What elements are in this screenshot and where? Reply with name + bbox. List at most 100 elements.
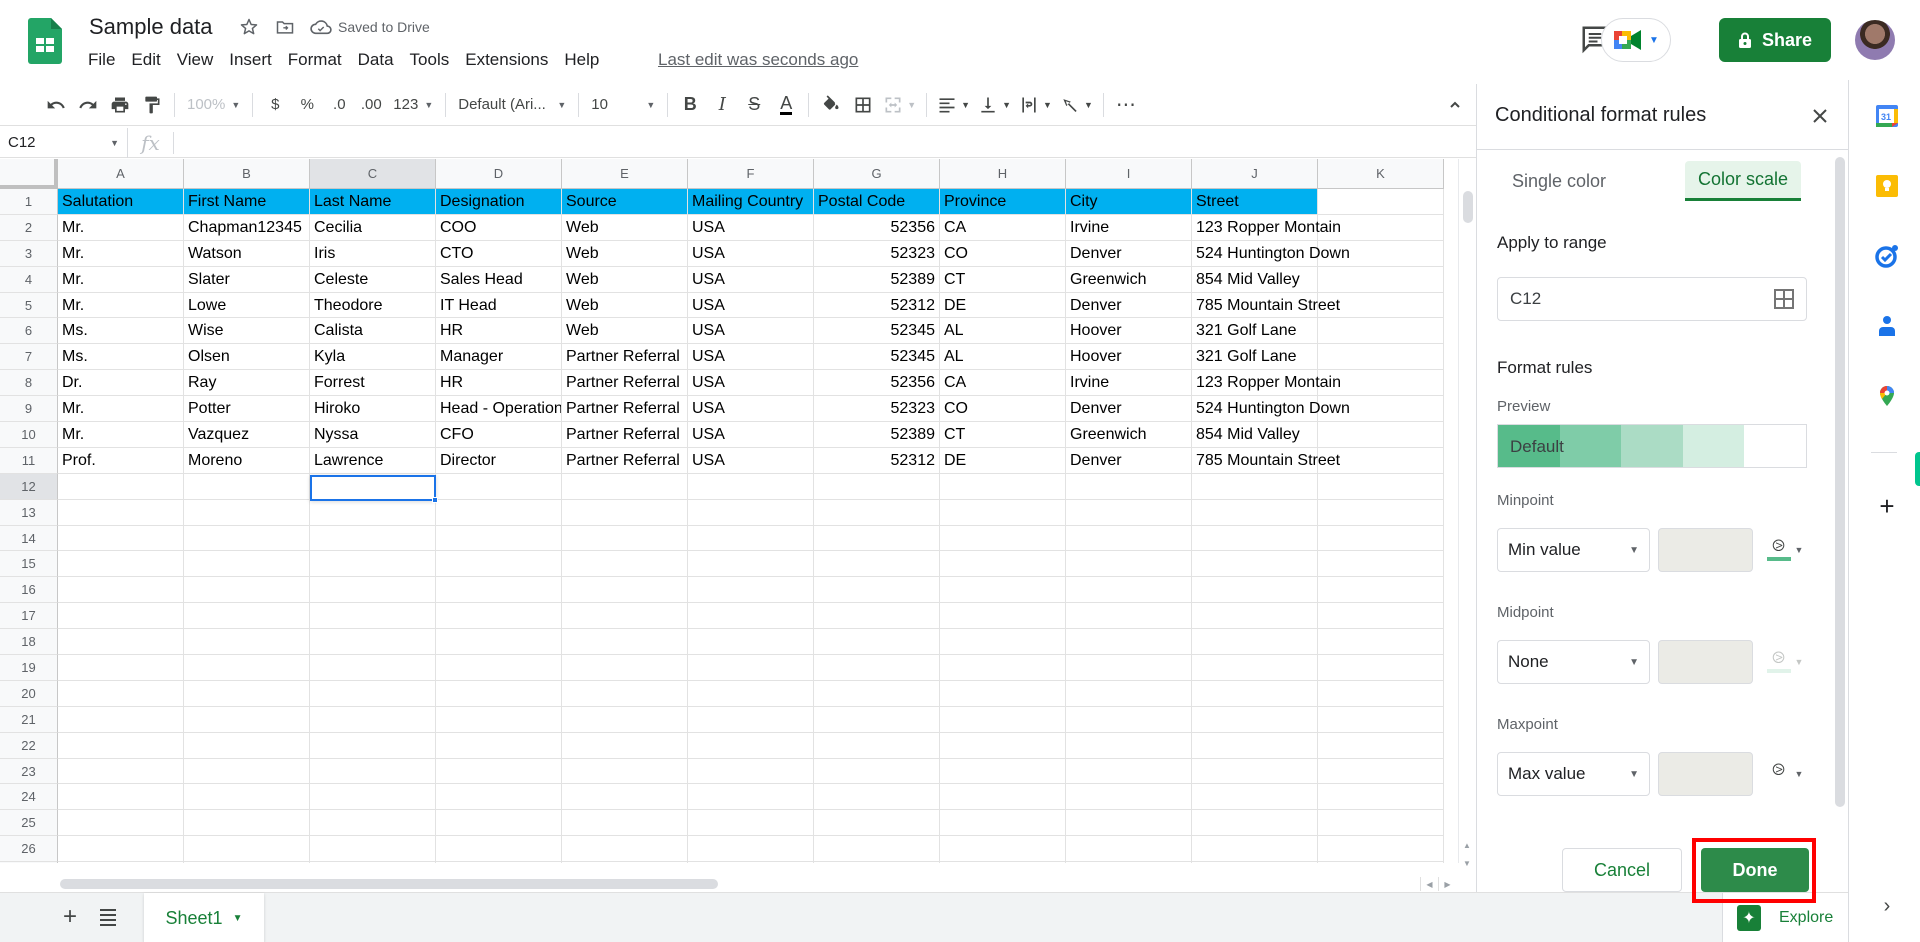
cell-b26[interactable] — [184, 836, 310, 863]
horizontal-scrollbar[interactable] — [58, 877, 1458, 891]
cell-i20[interactable] — [1066, 680, 1192, 707]
cell-f14[interactable] — [688, 525, 814, 552]
cell-h3[interactable]: CO — [940, 240, 1066, 267]
cell-c21[interactable] — [310, 706, 436, 733]
cell-c17[interactable] — [310, 603, 436, 630]
cell-i23[interactable] — [1066, 758, 1192, 785]
cell-d21[interactable] — [436, 706, 562, 733]
row-header-20[interactable]: 20 — [0, 680, 58, 707]
cell-g5[interactable]: 52312 — [814, 292, 940, 319]
cell-i2[interactable]: Irvine — [1066, 214, 1192, 241]
cell-i5[interactable]: Denver — [1066, 292, 1192, 319]
vertical-scroll-thumb[interactable] — [1463, 191, 1473, 223]
cell-j16[interactable] — [1192, 577, 1318, 604]
cell-h22[interactable] — [940, 732, 1066, 759]
cell-e24[interactable] — [562, 784, 688, 811]
cell-c14[interactable] — [310, 525, 436, 552]
cell-f21[interactable] — [688, 706, 814, 733]
cell-d22[interactable] — [436, 732, 562, 759]
cell-f15[interactable] — [688, 551, 814, 578]
cell-j23[interactable] — [1192, 758, 1318, 785]
cell-c2[interactable]: Cecilia — [310, 214, 436, 241]
cell-h24[interactable] — [940, 784, 1066, 811]
cell-e13[interactable] — [562, 499, 688, 526]
cell-k11[interactable] — [1318, 447, 1444, 474]
strikethrough-button[interactable]: S — [738, 89, 770, 121]
cell-e26[interactable] — [562, 836, 688, 863]
cell-i26[interactable] — [1066, 836, 1192, 863]
cell-h9[interactable]: CO — [940, 396, 1066, 423]
column-header-c[interactable]: C — [310, 159, 436, 189]
add-sheet-button[interactable]: + — [56, 903, 84, 931]
cell-a24[interactable] — [58, 784, 184, 811]
cell-b7[interactable]: Olsen — [184, 344, 310, 371]
cell-j5[interactable]: 785 Mountain Street — [1192, 292, 1340, 319]
scroll-up-button[interactable]: ▲ — [1458, 836, 1476, 854]
row-header-2[interactable]: 2 — [0, 214, 58, 241]
cell-g21[interactable] — [814, 706, 940, 733]
cell-j4[interactable]: 854 Mid Valley — [1192, 266, 1318, 293]
cell-c13[interactable] — [310, 499, 436, 526]
cell-a25[interactable] — [58, 810, 184, 837]
cell-g12[interactable] — [814, 473, 940, 500]
cell-f9[interactable]: USA — [688, 396, 814, 423]
cell-f6[interactable]: USA — [688, 318, 814, 345]
column-header-f[interactable]: F — [688, 159, 814, 189]
cell-c7[interactable]: Kyla — [310, 344, 436, 371]
cell-b5[interactable]: Lowe — [184, 292, 310, 319]
cell-k21[interactable] — [1318, 706, 1444, 733]
cell-k7[interactable] — [1318, 344, 1444, 371]
add-addon-icon[interactable]: + — [1875, 491, 1899, 521]
scroll-right-button[interactable]: ▶ — [1438, 877, 1456, 891]
sheet-tab-sheet1[interactable]: Sheet1 ▼ — [144, 893, 264, 942]
row-header-21[interactable]: 21 — [0, 706, 58, 733]
cell-h10[interactable]: CT — [940, 422, 1066, 448]
vertical-align-button[interactable]: ▼ — [974, 89, 1015, 121]
cell-c18[interactable] — [310, 629, 436, 656]
redo-button[interactable] — [72, 89, 104, 121]
cell-j24[interactable] — [1192, 784, 1318, 811]
text-color-button[interactable]: A — [770, 89, 802, 121]
cell-b22[interactable] — [184, 732, 310, 759]
cell-i16[interactable] — [1066, 577, 1192, 604]
cell-a7[interactable]: Ms. — [58, 344, 184, 371]
row-header-27[interactable]: 27 — [0, 862, 58, 863]
cell-d9[interactable]: Head - Operations — [436, 396, 562, 423]
cell-b21[interactable] — [184, 706, 310, 733]
cell-g7[interactable]: 52345 — [814, 344, 940, 371]
cell-k26[interactable] — [1318, 836, 1444, 863]
minpoint-color-button[interactable]: ⧁ ▼ — [1763, 528, 1807, 572]
cell-f1[interactable]: Mailing Country — [688, 189, 814, 215]
more-formats-select[interactable]: 123 ▼ — [387, 96, 439, 113]
expand-rail-button[interactable]: › — [1875, 894, 1899, 918]
cell-f18[interactable] — [688, 629, 814, 656]
cell-i7[interactable]: Hoover — [1066, 344, 1192, 371]
cell-a20[interactable] — [58, 680, 184, 707]
cell-i10[interactable]: Greenwich — [1066, 422, 1192, 448]
cell-a22[interactable] — [58, 732, 184, 759]
cell-k15[interactable] — [1318, 551, 1444, 578]
maxpoint-value-input[interactable] — [1658, 752, 1753, 796]
row-header-10[interactable]: 10 — [0, 422, 58, 448]
column-header-k[interactable]: K — [1318, 159, 1444, 189]
cancel-button[interactable]: Cancel — [1562, 848, 1682, 892]
cell-f23[interactable] — [688, 758, 814, 785]
percent-format-button[interactable]: % — [291, 89, 323, 121]
cell-a21[interactable] — [58, 706, 184, 733]
midpoint-color-button[interactable]: ⧁ ▼ — [1763, 640, 1807, 684]
cell-j6[interactable]: 321 Golf Lane — [1192, 318, 1318, 345]
cell-a26[interactable] — [58, 836, 184, 863]
italic-button[interactable]: I — [706, 89, 738, 121]
row-header-13[interactable]: 13 — [0, 499, 58, 526]
row-header-7[interactable]: 7 — [0, 344, 58, 371]
cell-a14[interactable] — [58, 525, 184, 552]
cell-e7[interactable]: Partner Referral — [562, 344, 688, 371]
share-button[interactable]: Share — [1719, 18, 1831, 62]
cell-h4[interactable]: CT — [940, 266, 1066, 293]
cell-b25[interactable] — [184, 810, 310, 837]
account-avatar[interactable] — [1855, 20, 1895, 60]
borders-button[interactable] — [847, 89, 879, 121]
cell-d7[interactable]: Manager — [436, 344, 562, 371]
cell-h17[interactable] — [940, 603, 1066, 630]
horizontal-scroll-thumb[interactable] — [60, 879, 718, 889]
